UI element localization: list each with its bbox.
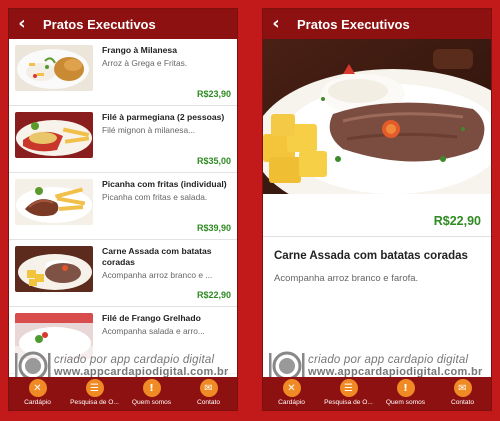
watermark-caption: criado por app cardapio digital bbox=[54, 354, 215, 366]
dish-name: Filé de Frango Grelhado bbox=[102, 313, 201, 323]
list-item[interactable]: Picanha com fritas (individual) Picanha … bbox=[9, 173, 237, 240]
nav-label: Pesquisa de O... bbox=[324, 399, 373, 406]
app-bar: ‹ Pratos Executivos bbox=[263, 9, 491, 39]
app-bar: ‹ Pratos Executivos bbox=[9, 9, 237, 39]
dish-name: Carne Assada com batatas coradas bbox=[274, 250, 468, 262]
dish-description: Acompanha arroz branco e ... bbox=[102, 270, 213, 280]
dish-price: R$22,90 bbox=[196, 290, 231, 300]
nav-label: Quem somos bbox=[131, 399, 172, 406]
dish-photo bbox=[263, 39, 491, 194]
dish-name: Picanha com fritas (individual) bbox=[102, 179, 227, 189]
dish-description: Acompanha arroz branco e farofa. bbox=[274, 273, 419, 284]
alert-icon: ! bbox=[396, 379, 415, 397]
watermark-caption: criado por app cardapio digital bbox=[308, 354, 469, 366]
dish-list: Frango à Milanesa Arroz à Grega e Fritas… bbox=[9, 39, 237, 379]
dish-thumbnail bbox=[15, 246, 93, 292]
dish-name: Carne Assada com batatas coradas bbox=[102, 246, 212, 267]
nav-item-pesquisa[interactable]: ☰ Pesquisa de O... bbox=[320, 377, 377, 410]
menu-list-screen: ‹ Pratos Executivos Frango à Milanesa Ar… bbox=[8, 8, 238, 411]
dish-description: Acompanha salada e arro... bbox=[102, 326, 205, 336]
nav-label: Quem somos bbox=[385, 399, 426, 406]
nav-item-cardapio[interactable]: ✕ Cardápio bbox=[9, 377, 66, 410]
nav-label: Contato bbox=[196, 399, 221, 406]
list-item[interactable]: Filé à parmegiana (2 pessoas) Filé migno… bbox=[9, 106, 237, 173]
back-arrow-icon[interactable]: ‹ bbox=[9, 9, 35, 39]
nav-item-contato[interactable]: ✉ Contato bbox=[180, 377, 237, 410]
utensils-icon: ✕ bbox=[282, 379, 301, 397]
nav-label: Cardápio bbox=[24, 399, 51, 406]
dish-thumbnail bbox=[15, 45, 93, 91]
dish-description: Filé mignon à milanesa... bbox=[102, 125, 196, 135]
dish-description: Picanha com fritas e salada. bbox=[102, 192, 208, 202]
bottom-nav: ✕ Cardápio ☰ Pesquisa de O... ! Quem som… bbox=[263, 377, 491, 410]
dish-thumbnail bbox=[15, 112, 93, 158]
nav-item-pesquisa[interactable]: ☰ Pesquisa de O... bbox=[66, 377, 123, 410]
page-title: Pratos Executivos bbox=[297, 16, 410, 32]
nav-label: Cardápio bbox=[278, 399, 305, 406]
alert-icon: ! bbox=[142, 379, 161, 397]
dish-price: R$39,90 bbox=[196, 223, 231, 233]
nav-label: Pesquisa de O... bbox=[70, 399, 119, 406]
dish-thumbnail bbox=[15, 179, 93, 225]
back-arrow-icon[interactable]: ‹ bbox=[263, 9, 289, 39]
bottom-nav: ✕ Cardápio ☰ Pesquisa de O... ! Quem som… bbox=[9, 377, 237, 410]
nav-item-quem-somos[interactable]: ! Quem somos bbox=[377, 377, 434, 410]
dish-name: Frango à Milanesa bbox=[102, 45, 177, 55]
mail-icon: ✉ bbox=[453, 379, 472, 397]
dish-price: R$23,90 bbox=[196, 89, 231, 99]
dish-detail-screen: ‹ Pratos Executivos R$22,90 Carne Assada… bbox=[262, 8, 492, 411]
page-title: Pratos Executivos bbox=[43, 16, 156, 32]
nav-item-contato[interactable]: ✉ Contato bbox=[434, 377, 491, 410]
list-item[interactable]: Frango à Milanesa Arroz à Grega e Fritas… bbox=[9, 39, 237, 106]
dish-name: Filé à parmegiana (2 pessoas) bbox=[102, 112, 225, 122]
list-item[interactable]: Carne Assada com batatas coradas Acompan… bbox=[9, 240, 237, 307]
clipboard-icon: ☰ bbox=[339, 379, 358, 397]
dish-description: Arroz à Grega e Fritas. bbox=[102, 58, 188, 68]
utensils-icon: ✕ bbox=[28, 379, 47, 397]
nav-label: Contato bbox=[450, 399, 475, 406]
nav-item-cardapio[interactable]: ✕ Cardápio bbox=[263, 377, 320, 410]
nav-item-quem-somos[interactable]: ! Quem somos bbox=[123, 377, 180, 410]
dish-price: R$35,00 bbox=[196, 156, 231, 166]
clipboard-icon: ☰ bbox=[85, 379, 104, 397]
mail-icon: ✉ bbox=[199, 379, 218, 397]
divider bbox=[263, 236, 491, 237]
dish-price: R$22,90 bbox=[433, 214, 481, 228]
